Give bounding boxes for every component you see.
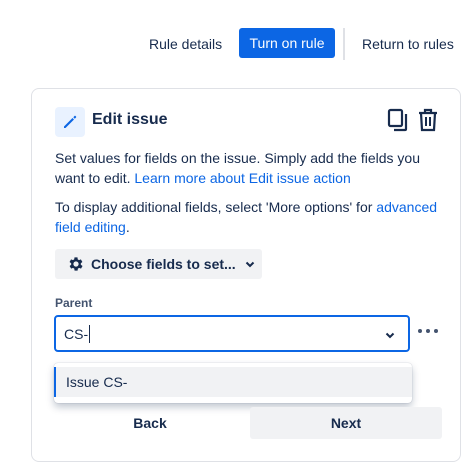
return-to-rules-button[interactable]: Return to rules (354, 28, 462, 60)
turn-on-rule-button[interactable]: Turn on rule (239, 28, 335, 58)
parent-field-label: Parent (55, 296, 93, 310)
parent-select-value[interactable]: CS- (64, 326, 88, 342)
description-text: Set values for fields on the issue. Simp… (55, 148, 450, 188)
text-caret (89, 324, 91, 343)
card-title: Edit issue (92, 111, 168, 128)
learn-more-link[interactable]: Learn more about Edit issue action (134, 170, 350, 186)
back-button[interactable]: Back (55, 407, 245, 439)
gear-icon (69, 257, 83, 271)
choose-fields-label: Choose fields to set... (91, 256, 236, 272)
rule-details-button[interactable]: Rule details (141, 28, 230, 60)
edit-issue-card: Edit issue Set values for fields on the … (31, 88, 461, 462)
options-body: To display additional fields, select 'Mo… (55, 199, 377, 215)
parent-dropdown-menu: Issue CS- (54, 363, 412, 403)
more-options-icon[interactable] (418, 324, 438, 338)
copy-icon[interactable] (387, 108, 409, 132)
top-toolbar: Rule details Turn on rule Return to rule… (0, 28, 474, 60)
chevron-down-icon[interactable] (384, 329, 396, 341)
choose-fields-button[interactable]: Choose fields to set... (55, 249, 262, 279)
dropdown-option[interactable]: Issue CS- (54, 367, 412, 397)
options-suffix: . (125, 219, 130, 235)
pencil-icon (55, 107, 85, 137)
next-button[interactable]: Next (250, 407, 442, 439)
chevron-down-icon (245, 261, 254, 268)
trash-icon[interactable] (417, 107, 439, 133)
toolbar-divider (343, 28, 345, 60)
options-text: To display additional fields, select 'Mo… (55, 197, 450, 237)
parent-select[interactable]: CS- (54, 315, 410, 352)
